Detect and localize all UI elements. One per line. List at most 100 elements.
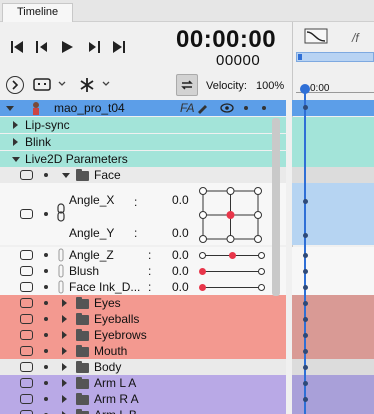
param-value[interactable]: 0.0	[172, 280, 189, 294]
param-row-blush[interactable]: Blush : 0.0	[0, 263, 286, 279]
keyframe[interactable]	[303, 199, 308, 204]
slider-knob[interactable]	[199, 268, 206, 275]
visibility-icon[interactable]	[20, 362, 33, 372]
param-value[interactable]: 0.0	[172, 264, 189, 278]
part-row[interactable]: Eyeballs	[0, 311, 286, 327]
expand-arrow-icon[interactable]	[13, 138, 18, 146]
lock-dot[interactable]	[44, 333, 48, 337]
lock-dot[interactable]	[44, 381, 48, 385]
slider-knob[interactable]	[199, 284, 206, 291]
part-row[interactable]: Eyebrows	[0, 327, 286, 343]
expand-arrow-icon[interactable]	[62, 331, 67, 339]
keyframe[interactable]	[303, 253, 308, 258]
loop-button[interactable]	[176, 74, 198, 96]
scrollbar-handle[interactable]	[298, 54, 302, 60]
lock-dot[interactable]	[44, 212, 48, 216]
visibility-icon[interactable]	[20, 314, 33, 324]
group-row-live2d-parameters[interactable]: Live2D Parameters	[0, 151, 286, 167]
param-row-face-ink[interactable]: Face Ink_D... : 0.0	[0, 279, 286, 295]
keyframe[interactable]	[303, 317, 308, 322]
pencil-icon[interactable]	[196, 102, 208, 114]
part-row[interactable]: Eyes	[0, 295, 286, 311]
visibility-icon[interactable]	[20, 410, 33, 414]
lock-dot[interactable]	[44, 253, 48, 257]
lock-dot[interactable]	[44, 285, 48, 289]
chevron-down-icon[interactable]	[102, 81, 110, 87]
prev-frame-button[interactable]	[31, 36, 53, 58]
lock-dot[interactable]	[44, 269, 48, 273]
keyframe[interactable]	[303, 233, 308, 238]
param-row-angle-xy[interactable]: Angle_X : 0.0 Angle_Y : 0.0	[0, 183, 286, 245]
visibility-icon[interactable]	[20, 250, 33, 260]
expand-arrow-icon[interactable]	[62, 315, 67, 323]
link-icon[interactable]	[58, 280, 64, 294]
velocity-value[interactable]: 100%	[256, 80, 284, 92]
keyframe[interactable]	[303, 333, 308, 338]
keyframe[interactable]	[303, 381, 308, 386]
keyframe[interactable]	[303, 285, 308, 290]
link-icon[interactable]	[58, 264, 64, 278]
part-row[interactable]: Arm L B	[0, 407, 286, 414]
visibility-icon[interactable]	[20, 209, 33, 219]
chevron-down-icon[interactable]	[58, 81, 66, 87]
expand-arrow-icon[interactable]	[62, 395, 67, 403]
next-frame-button[interactable]	[83, 36, 105, 58]
visibility-icon[interactable]	[20, 330, 33, 340]
lock-dot[interactable]	[44, 173, 48, 177]
lock-dot[interactable]	[44, 301, 48, 305]
lock-dot[interactable]	[44, 349, 48, 353]
param-value[interactable]: 0.0	[172, 248, 189, 262]
playhead-handle[interactable]	[300, 84, 310, 94]
param-row-angle-z[interactable]: Angle_Z : 0.0	[0, 247, 286, 263]
expand-arrow-icon[interactable]	[62, 347, 67, 355]
visibility-icon[interactable]	[20, 282, 33, 292]
param-value-angle-x[interactable]: 0.0	[172, 193, 189, 207]
slider-track[interactable]	[202, 271, 262, 272]
part-row[interactable]: Mouth	[0, 343, 286, 359]
keyframe[interactable]	[303, 269, 308, 274]
expand-arrow-icon[interactable]	[62, 363, 67, 371]
visibility-icon[interactable]	[20, 170, 33, 180]
lock-dot[interactable]	[44, 365, 48, 369]
timeline-scrollbar[interactable]	[296, 52, 374, 62]
slider-track[interactable]	[202, 287, 262, 288]
keyframe[interactable]	[303, 349, 308, 354]
layer-list-scrollbar[interactable]	[272, 118, 280, 296]
keyframe[interactable]	[303, 301, 308, 306]
eye-icon[interactable]	[220, 103, 234, 113]
circle-arrow-button[interactable]	[6, 76, 24, 94]
curve-icon[interactable]	[304, 28, 332, 46]
collapse-arrow-icon[interactable]	[62, 173, 70, 178]
link-icon[interactable]	[58, 248, 64, 262]
slider-knob[interactable]	[229, 252, 236, 259]
folder-row-face[interactable]: Face	[0, 167, 286, 183]
snowflake-icon[interactable]	[78, 76, 96, 94]
expand-arrow-icon[interactable]	[62, 379, 67, 387]
option-dot[interactable]	[262, 106, 266, 110]
keyframe[interactable]	[303, 105, 308, 110]
part-row[interactable]: Arm L A	[0, 375, 286, 391]
display-mode-button[interactable]	[32, 77, 54, 93]
lock-dot[interactable]	[44, 317, 48, 321]
lock-dot[interactable]	[44, 397, 48, 401]
to-start-button[interactable]	[6, 36, 28, 58]
visibility-icon[interactable]	[20, 394, 33, 404]
tab-timeline[interactable]: Timeline	[2, 3, 74, 22]
part-row[interactable]: Body	[0, 359, 286, 375]
link-icon[interactable]	[56, 203, 66, 223]
play-button[interactable]	[56, 36, 78, 58]
group-row-lipsync[interactable]: Lip-sync	[0, 117, 286, 133]
lock-dot[interactable]	[244, 106, 248, 110]
collapse-arrow-icon[interactable]	[6, 106, 14, 111]
expand-arrow-icon[interactable]	[62, 299, 67, 307]
visibility-icon[interactable]	[20, 298, 33, 308]
scene-row[interactable]: mao_pro_t04 FA	[0, 100, 286, 116]
xy-pad[interactable]	[198, 186, 264, 244]
expand-arrow-icon[interactable]	[13, 121, 18, 129]
to-end-button[interactable]	[108, 36, 130, 58]
visibility-icon[interactable]	[20, 346, 33, 356]
visibility-icon[interactable]	[20, 266, 33, 276]
keyframe[interactable]	[303, 365, 308, 370]
group-row-blink[interactable]: Blink	[0, 134, 286, 150]
visibility-icon[interactable]	[20, 378, 33, 388]
